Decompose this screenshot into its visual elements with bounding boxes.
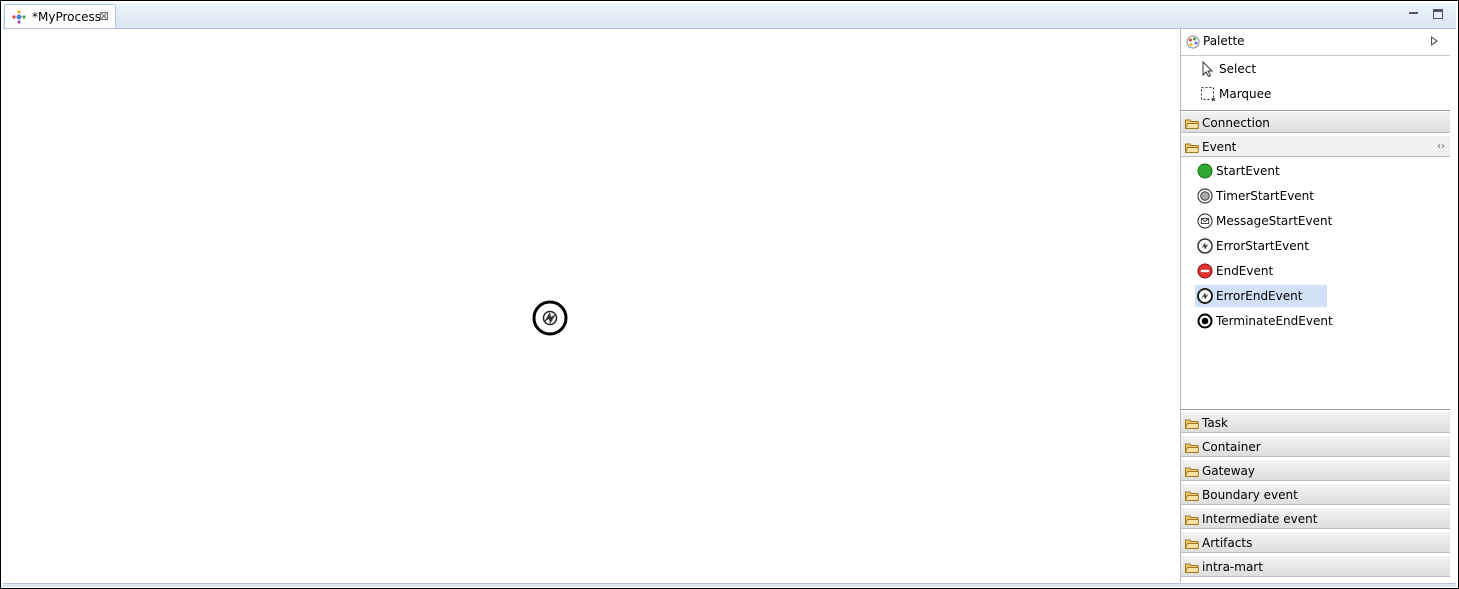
tool-select[interactable]: Select bbox=[1200, 58, 1320, 80]
palette-title: Palette bbox=[1203, 34, 1245, 48]
palette-separator bbox=[1181, 409, 1450, 410]
drawer-label: Intermediate event bbox=[1202, 512, 1318, 526]
minimize-icon[interactable] bbox=[1407, 7, 1421, 21]
drawer-intra-mart[interactable]: intra-mart bbox=[1181, 555, 1450, 577]
start-event-icon bbox=[1197, 163, 1213, 179]
drawer-label: intra-mart bbox=[1202, 560, 1263, 574]
drawer-event[interactable]: Event ‹› bbox=[1181, 135, 1450, 157]
tool-label: ErrorEndEvent bbox=[1216, 289, 1303, 303]
message-start-event-icon bbox=[1197, 213, 1213, 229]
folder-icon bbox=[1184, 118, 1200, 129]
folder-icon bbox=[1184, 538, 1200, 549]
timer-start-event-icon bbox=[1197, 188, 1213, 204]
drawer-container[interactable]: Container bbox=[1181, 435, 1450, 457]
tool-label: Marquee bbox=[1219, 87, 1272, 101]
tool-end-event[interactable]: EndEvent bbox=[1197, 260, 1327, 282]
tool-label: MessageStartEvent bbox=[1216, 214, 1333, 228]
drawer-connection[interactable]: Connection bbox=[1181, 111, 1450, 133]
editor-bottom-border bbox=[3, 583, 1456, 587]
terminate-end-event-icon bbox=[1197, 313, 1213, 329]
drawer-artifacts[interactable]: Artifacts bbox=[1181, 531, 1450, 553]
drawer-label: Task bbox=[1202, 416, 1228, 430]
error-end-event-icon bbox=[1197, 288, 1213, 304]
tool-timer-start-event[interactable]: TimerStartEvent bbox=[1197, 185, 1327, 207]
drawer-label: Connection bbox=[1202, 116, 1270, 130]
tab-title: *MyProcess bbox=[32, 10, 101, 24]
palette-panel: Palette Select Marquee Connection Event … bbox=[1180, 29, 1450, 582]
process-diagram-icon bbox=[11, 9, 27, 25]
tool-message-start-event[interactable]: MessageStartEvent bbox=[1197, 210, 1337, 232]
drawer-label: Container bbox=[1202, 440, 1261, 454]
tool-error-start-event[interactable]: ErrorStartEvent bbox=[1197, 235, 1327, 257]
drawer-intermediate-event[interactable]: Intermediate event bbox=[1181, 507, 1450, 529]
tool-error-end-event[interactable]: ErrorEndEvent bbox=[1195, 285, 1327, 307]
tool-label: StartEvent bbox=[1216, 164, 1280, 178]
select-arrow-icon bbox=[1200, 60, 1216, 78]
folder-icon bbox=[1184, 466, 1200, 477]
editor-tab-bar: *MyProcess ⊠ bbox=[3, 3, 1456, 29]
collapse-palette-icon[interactable] bbox=[1431, 36, 1438, 46]
drawer-gateway[interactable]: Gateway bbox=[1181, 459, 1450, 481]
drawer-task[interactable]: Task bbox=[1181, 411, 1450, 433]
folder-icon bbox=[1184, 562, 1200, 573]
error-end-event-node[interactable] bbox=[532, 300, 568, 336]
tool-terminate-end-event[interactable]: TerminateEndEvent bbox=[1197, 310, 1337, 332]
tool-label: Select bbox=[1219, 62, 1257, 76]
folder-icon bbox=[1184, 490, 1200, 501]
drawer-boundary-event[interactable]: Boundary event bbox=[1181, 483, 1450, 505]
folder-icon bbox=[1184, 442, 1200, 453]
tool-label: TerminateEndEvent bbox=[1216, 314, 1333, 328]
tool-start-event[interactable]: StartEvent bbox=[1197, 160, 1327, 182]
editor-window: *MyProcess ⊠ Palette Select Marquee Conn… bbox=[0, 0, 1459, 589]
end-event-icon bbox=[1197, 263, 1213, 279]
folder-icon bbox=[1184, 514, 1200, 525]
drawer-label: Artifacts bbox=[1202, 536, 1253, 550]
drawer-label: Boundary event bbox=[1202, 488, 1298, 502]
marquee-icon bbox=[1200, 86, 1216, 102]
close-icon[interactable]: ⊠ bbox=[99, 9, 109, 23]
tool-label: EndEvent bbox=[1216, 264, 1274, 278]
maximize-icon[interactable] bbox=[1431, 7, 1445, 21]
palette-icon bbox=[1186, 35, 1200, 49]
pin-drawer-icon[interactable]: ‹› bbox=[1437, 141, 1445, 152]
tab-myprocess[interactable]: *MyProcess ⊠ bbox=[4, 4, 116, 28]
drawer-label: Event bbox=[1202, 140, 1237, 154]
diagram-canvas[interactable] bbox=[6, 29, 1179, 582]
tool-label: TimerStartEvent bbox=[1216, 189, 1314, 203]
error-start-event-icon bbox=[1197, 238, 1213, 254]
tool-marquee[interactable]: Marquee bbox=[1200, 83, 1320, 105]
folder-open-icon bbox=[1184, 142, 1200, 153]
folder-icon bbox=[1184, 418, 1200, 429]
tool-label: ErrorStartEvent bbox=[1216, 239, 1309, 253]
palette-header: Palette bbox=[1181, 29, 1450, 56]
drawer-label: Gateway bbox=[1202, 464, 1256, 478]
